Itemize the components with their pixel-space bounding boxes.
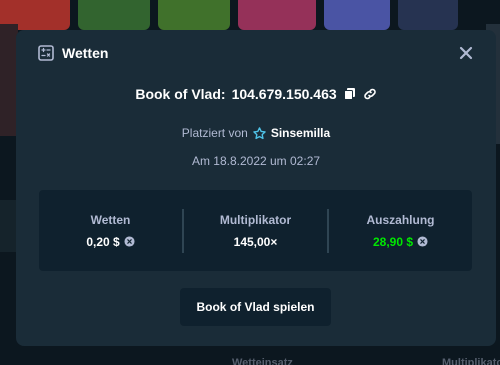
stat-payout: Auszahlung 28,90 $	[329, 213, 472, 249]
copy-icon[interactable]	[343, 87, 357, 101]
bet-amount: 0,20 $	[86, 234, 120, 249]
multiplier-value: 145,00×	[233, 234, 278, 249]
payout-amount: 28,90 $	[372, 234, 414, 249]
currency-coin-icon	[417, 236, 428, 247]
vip-star-icon	[253, 126, 266, 139]
play-game-button[interactable]: Book of Vlad spielen	[180, 288, 331, 326]
bet-id-line: Book of Vlad: 104.679.150.463	[16, 86, 496, 102]
close-icon[interactable]	[458, 45, 474, 61]
stat-label: Wetten	[90, 212, 131, 227]
bet-details-modal: Wetten Book of Vlad: 104.679.150.463 Pla…	[16, 30, 496, 346]
placed-by-line: Platziert von Sinsemilla	[16, 126, 496, 140]
bet-stats-panel: Wetten 0,20 $ Multiplikator 145,00× Ausz…	[39, 190, 472, 271]
currency-coin-icon	[124, 236, 135, 247]
modal-header: Wetten	[38, 45, 108, 61]
stat-multiplier: Multiplikator 145,00×	[184, 213, 327, 249]
stat-value: 145,00×	[234, 235, 278, 249]
stat-value: 28,90 $	[373, 235, 428, 249]
stat-label: Auszahlung	[366, 212, 435, 227]
link-icon[interactable]	[363, 87, 377, 101]
bet-slip-icon	[38, 45, 54, 61]
modal-title: Wetten	[62, 45, 109, 61]
stat-value: 0,20 $	[86, 234, 135, 249]
placed-by-label: Platziert von	[181, 126, 248, 140]
bet-id: 104.679.150.463	[231, 86, 337, 102]
game-name: Book of Vlad:	[135, 86, 226, 102]
username-link[interactable]: Sinsemilla	[271, 126, 330, 140]
stat-label: Multiplikator	[219, 212, 292, 227]
stat-bet: Wetten 0,20 $	[39, 213, 182, 249]
bet-date: Am 18.8.2022 um 02:27	[191, 154, 321, 168]
